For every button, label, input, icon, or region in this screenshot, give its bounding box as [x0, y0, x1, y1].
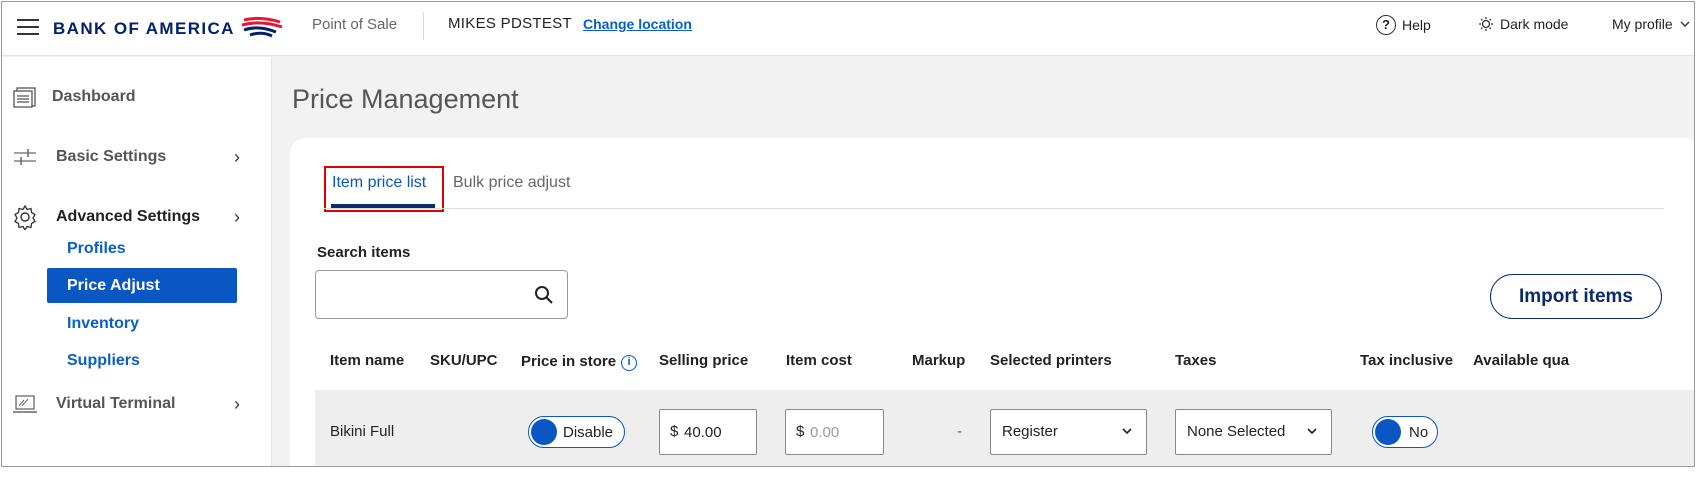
price-in-store-toggle[interactable]: Disable: [528, 416, 625, 448]
table-row: Bikini Full Disable $ $ - Register None …: [315, 390, 1694, 466]
search-label: Search items: [317, 244, 411, 261]
currency-symbol: $: [670, 423, 679, 440]
tab-bulk-price-adjust[interactable]: Bulk price adjust: [453, 174, 570, 192]
selling-price-input[interactable]: [684, 420, 744, 444]
help-button[interactable]: ? Help: [1376, 15, 1431, 35]
toggle-label: Disable: [563, 424, 614, 441]
col-header-price-in-store: Price in store i: [521, 353, 638, 371]
select-value: None Selected: [1187, 423, 1286, 440]
col-header-tax-inclusive: Tax inclusive: [1360, 352, 1454, 369]
highlight-box: [324, 166, 444, 212]
cell-item-name: Bikini Full: [330, 423, 395, 440]
select-value: Register: [1002, 423, 1058, 440]
search-field[interactable]: [315, 270, 568, 319]
current-location: MIKES PDSTEST: [448, 15, 572, 32]
dark-mode-label: Dark mode: [1500, 16, 1569, 32]
page-title: Price Management: [292, 84, 519, 114]
tax-inclusive-toggle[interactable]: No: [1372, 416, 1438, 448]
sidebar-item-virtual-terminal[interactable]: Virtual Terminal ›: [2, 384, 272, 424]
top-header: BANK OF AMERICA Point of Sale MIKES PDST…: [2, 2, 1694, 56]
search-input[interactable]: [324, 279, 524, 311]
col-header-selling-price: Selling price: [659, 352, 749, 369]
hamburger-menu-icon[interactable]: [17, 19, 39, 35]
sun-icon: [1479, 17, 1493, 31]
col-header-item-cost: Item cost: [786, 352, 852, 369]
screenshot-frame: BANK OF AMERICA Point of Sale MIKES PDST…: [0, 0, 1698, 479]
import-items-button[interactable]: Import items: [1490, 274, 1662, 319]
gear-icon: [11, 203, 39, 231]
sidebar-item-dashboard[interactable]: Dashboard: [2, 77, 272, 117]
my-profile-label: My profile: [1612, 16, 1673, 32]
app-name: Point of Sale: [312, 16, 398, 33]
app-window: BANK OF AMERICA Point of Sale MIKES PDST…: [1, 1, 1695, 467]
help-icon: ?: [1376, 15, 1396, 35]
sidebar-subitem-price-adjust[interactable]: Price Adjust: [47, 268, 237, 303]
sidebar-subitem-profiles[interactable]: Profiles: [47, 231, 237, 266]
col-header-selected-printers: Selected printers: [990, 352, 1112, 369]
header-divider: [423, 12, 424, 40]
search-icon[interactable]: [533, 284, 555, 306]
sidebar-subitem-inventory[interactable]: Inventory: [47, 306, 237, 341]
sidebar-item-label: Dashboard: [52, 88, 136, 105]
tab-divider: [324, 208, 1664, 209]
laptop-icon: [11, 390, 39, 418]
help-label: Help: [1402, 17, 1431, 33]
sidebar-item-basic-settings[interactable]: Basic Settings ›: [2, 137, 272, 177]
sidebar-item-label: Advanced Settings: [56, 208, 201, 225]
dark-mode-toggle[interactable]: Dark mode: [1478, 16, 1568, 32]
col-header-item-name: Item name: [330, 352, 405, 369]
col-header-taxes: Taxes: [1175, 352, 1217, 369]
chevron-down-icon: [1307, 428, 1317, 435]
sidebar-subitem-suppliers[interactable]: Suppliers: [47, 343, 237, 378]
chevron-down-icon: [1680, 21, 1690, 27]
dashboard-icon: [11, 83, 39, 111]
bank-logo-text: BANK OF AMERICA: [53, 19, 235, 38]
item-cost-input[interactable]: [810, 420, 870, 444]
my-profile-menu[interactable]: My profile: [1612, 16, 1691, 32]
bank-flag-logo-icon: [241, 16, 283, 38]
selling-price-field[interactable]: $: [659, 409, 757, 455]
info-icon[interactable]: i: [621, 355, 638, 371]
change-location-link[interactable]: Change location: [583, 16, 692, 32]
col-header-sku-upc: SKU/UPC: [430, 352, 498, 369]
sidebar: Dashboard Basic Settings › Advanced Sett…: [2, 57, 272, 466]
chevron-down-icon: [1122, 428, 1132, 435]
toggle-label: No: [1409, 424, 1429, 441]
col-header-available-qty: Available qua: [1473, 352, 1570, 369]
col-header-markup: Markup: [912, 352, 966, 369]
toggle-knob: [531, 419, 557, 445]
sidebar-item-label: Basic Settings: [56, 148, 167, 165]
sliders-icon: [11, 143, 39, 171]
col-header-label: Price in store: [521, 353, 617, 370]
price-management-card: Item price list Bulk price adjust Search…: [290, 138, 1694, 466]
currency-symbol: $: [796, 423, 805, 440]
selected-printers-select[interactable]: Register: [990, 409, 1147, 455]
taxes-select[interactable]: None Selected: [1175, 409, 1332, 455]
cell-markup: -: [957, 423, 962, 440]
chevron-right-icon: ›: [234, 146, 240, 167]
toggle-knob: [1375, 419, 1401, 445]
chevron-right-icon: ›: [234, 393, 240, 414]
sidebar-item-label: Virtual Terminal: [56, 395, 176, 412]
item-cost-field[interactable]: $: [785, 409, 884, 455]
chevron-right-icon: ›: [234, 206, 240, 227]
